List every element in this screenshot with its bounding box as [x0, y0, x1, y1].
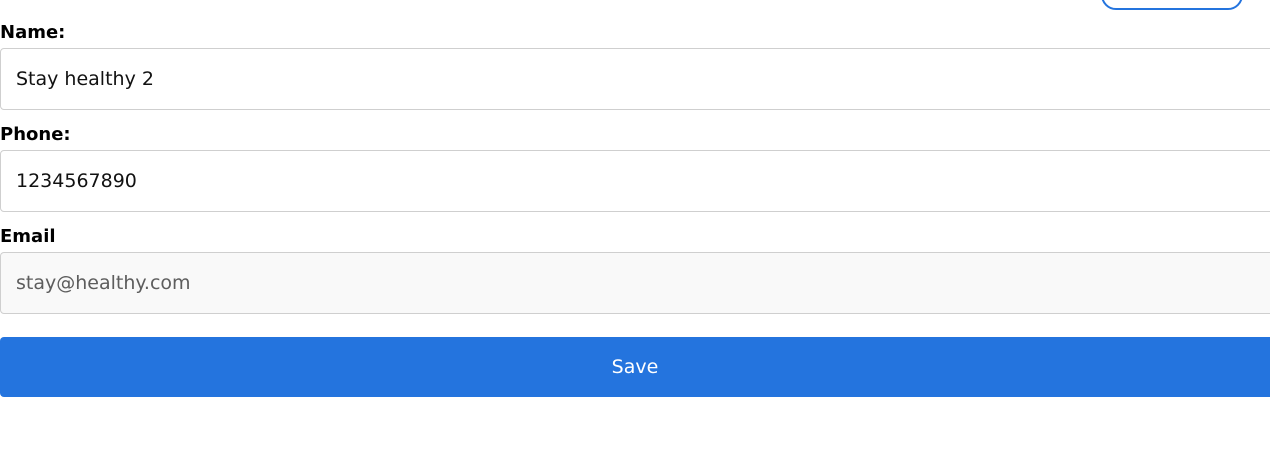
name-label: Name:: [0, 22, 66, 43]
profile-edit-form: Name: Phone: Email Save: [0, 0, 1270, 468]
email-input[interactable]: [0, 252, 1270, 314]
save-button[interactable]: Save: [0, 337, 1270, 397]
phone-label: Phone:: [0, 124, 71, 145]
email-label: Email: [0, 226, 56, 247]
phone-input[interactable]: [0, 150, 1270, 212]
top-outline-button[interactable]: [1101, 0, 1243, 10]
name-input[interactable]: [0, 48, 1270, 110]
